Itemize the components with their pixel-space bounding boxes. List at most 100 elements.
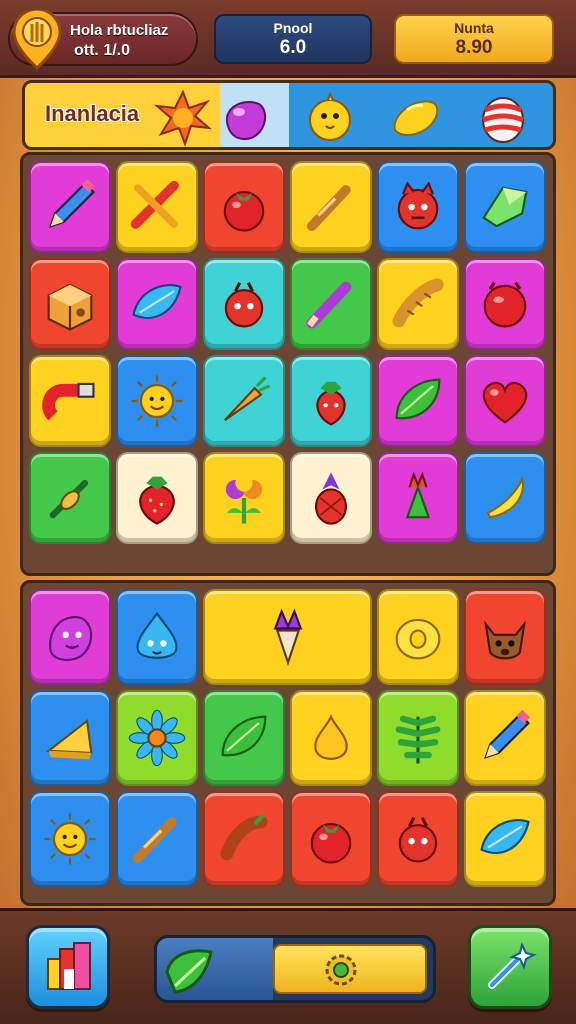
- game-tile[interactable]: [203, 161, 285, 253]
- game-tile[interactable]: [29, 258, 111, 350]
- wand-button[interactable]: [468, 925, 552, 1009]
- game-tile[interactable]: [377, 161, 459, 253]
- player-score: ott. 1/.0: [74, 42, 131, 59]
- game-tile[interactable]: [377, 355, 459, 447]
- game-tile[interactable]: [377, 791, 459, 887]
- sun-face-icon: [44, 813, 96, 865]
- gear-icon[interactable]: [321, 950, 361, 990]
- yellow-chick-icon: [309, 91, 351, 141]
- game-tile[interactable]: [116, 690, 198, 786]
- tomato-icon: [223, 191, 265, 232]
- pencil-icon: [49, 178, 95, 228]
- bottom-toolbar: [0, 908, 576, 1024]
- daisy-icon: [128, 709, 186, 767]
- player-profile[interactable]: Hola rbtucliaz ott. 1/.0: [8, 10, 198, 71]
- game-tile[interactable]: [203, 690, 285, 786]
- baguette-icon: [392, 278, 444, 328]
- game-tile[interactable]: [290, 161, 372, 253]
- pineapple-icon: [315, 472, 347, 525]
- fern-icon: [395, 715, 441, 764]
- game-tile[interactable]: [203, 258, 285, 350]
- wand-icon: [488, 942, 537, 989]
- blue-drop-icon: [136, 611, 178, 659]
- purple-blob-icon: [225, 101, 267, 140]
- purple-crayon-icon: [306, 281, 352, 329]
- level-header-strip: Inanlacia: [22, 80, 556, 150]
- game-tile[interactable]: [29, 589, 111, 685]
- blue-stat-value: 6.0: [279, 37, 307, 58]
- red-monster-icon: [397, 181, 439, 230]
- crayon-icon: [133, 817, 177, 863]
- game-tile[interactable]: [29, 452, 111, 544]
- blocks-icon: [47, 942, 91, 990]
- green-leaf-icon: [395, 378, 441, 420]
- game-tile[interactable]: [290, 791, 372, 887]
- level-progress-bar: [154, 935, 436, 1003]
- crayon-icon: [307, 185, 351, 231]
- pin-icon: [49, 479, 89, 519]
- pencil-icon: [484, 709, 530, 759]
- game-tile[interactable]: [29, 690, 111, 786]
- game-tile[interactable]: [377, 452, 459, 544]
- game-tile[interactable]: [464, 355, 546, 447]
- blocks-button[interactable]: [26, 925, 110, 1009]
- top-tile-board: [20, 152, 556, 576]
- ice-cream-icon: [273, 608, 302, 666]
- game-tile[interactable]: [116, 258, 198, 350]
- bottom-tile-board: [20, 580, 556, 906]
- game-tile[interactable]: [464, 258, 546, 350]
- game-tile[interactable]: [377, 690, 459, 786]
- game-tile[interactable]: [464, 589, 546, 685]
- green-leaf-icon: [221, 715, 267, 757]
- leaf-icon: [165, 949, 213, 994]
- red-bug-icon: [224, 281, 264, 328]
- purple-monster-icon: [49, 616, 93, 661]
- game-tile[interactable]: [116, 791, 198, 887]
- game-tile[interactable]: [116, 355, 198, 447]
- game-tile[interactable]: [290, 355, 372, 447]
- game-tile[interactable]: [377, 589, 459, 685]
- red-bug-icon: [398, 816, 438, 863]
- sausage-icon: [220, 814, 268, 861]
- sun-burst-icon: [153, 89, 213, 147]
- cheese-icon: [45, 718, 93, 760]
- flower-bunch-icon: [225, 474, 263, 524]
- game-tile[interactable]: [464, 161, 546, 253]
- green-gem-icon: [482, 186, 528, 228]
- fox-icon: [484, 620, 526, 660]
- gold-stat-value: 8.90: [455, 37, 493, 58]
- game-tile[interactable]: [203, 589, 372, 685]
- level-title: Inanlacia: [45, 101, 140, 126]
- gold-stat-panel: Nunta 8.90: [394, 14, 554, 64]
- tomato-icon: [310, 823, 352, 864]
- game-tile[interactable]: [203, 791, 285, 887]
- game-tile[interactable]: [116, 452, 198, 544]
- lemon-icon: [393, 100, 439, 137]
- game-tile[interactable]: [377, 258, 459, 350]
- game-tile[interactable]: [290, 690, 372, 786]
- blue-stat-label: Pnool: [273, 20, 313, 36]
- game-tile[interactable]: [116, 161, 198, 253]
- game-tile[interactable]: [29, 791, 111, 887]
- top-hud: Hola rbtucliaz ott. 1/.0 Pnool 6.0 Nunta…: [0, 0, 576, 78]
- game-tile[interactable]: [203, 355, 285, 447]
- game-tile[interactable]: [290, 258, 372, 350]
- sun-face-icon: [131, 375, 183, 427]
- game-tile[interactable]: [29, 161, 111, 253]
- game-tile[interactable]: [116, 589, 198, 685]
- striped-egg-icon: [482, 97, 524, 143]
- onion-icon: [314, 713, 348, 760]
- game-tile[interactable]: [29, 355, 111, 447]
- veggie-bunch-icon: [405, 471, 431, 519]
- blue-leaf-icon: [132, 284, 182, 319]
- magnet-icon: [42, 382, 95, 421]
- game-tile[interactable]: [464, 791, 546, 887]
- blue-leaf-icon: [480, 819, 530, 854]
- crossed-crayons-icon: [130, 180, 179, 229]
- donut-icon: [395, 618, 441, 660]
- game-tile[interactable]: [290, 452, 372, 544]
- game-tile[interactable]: [464, 452, 546, 544]
- game-tile[interactable]: [203, 452, 285, 544]
- game-tile[interactable]: [464, 690, 546, 786]
- banana-icon: [486, 475, 525, 519]
